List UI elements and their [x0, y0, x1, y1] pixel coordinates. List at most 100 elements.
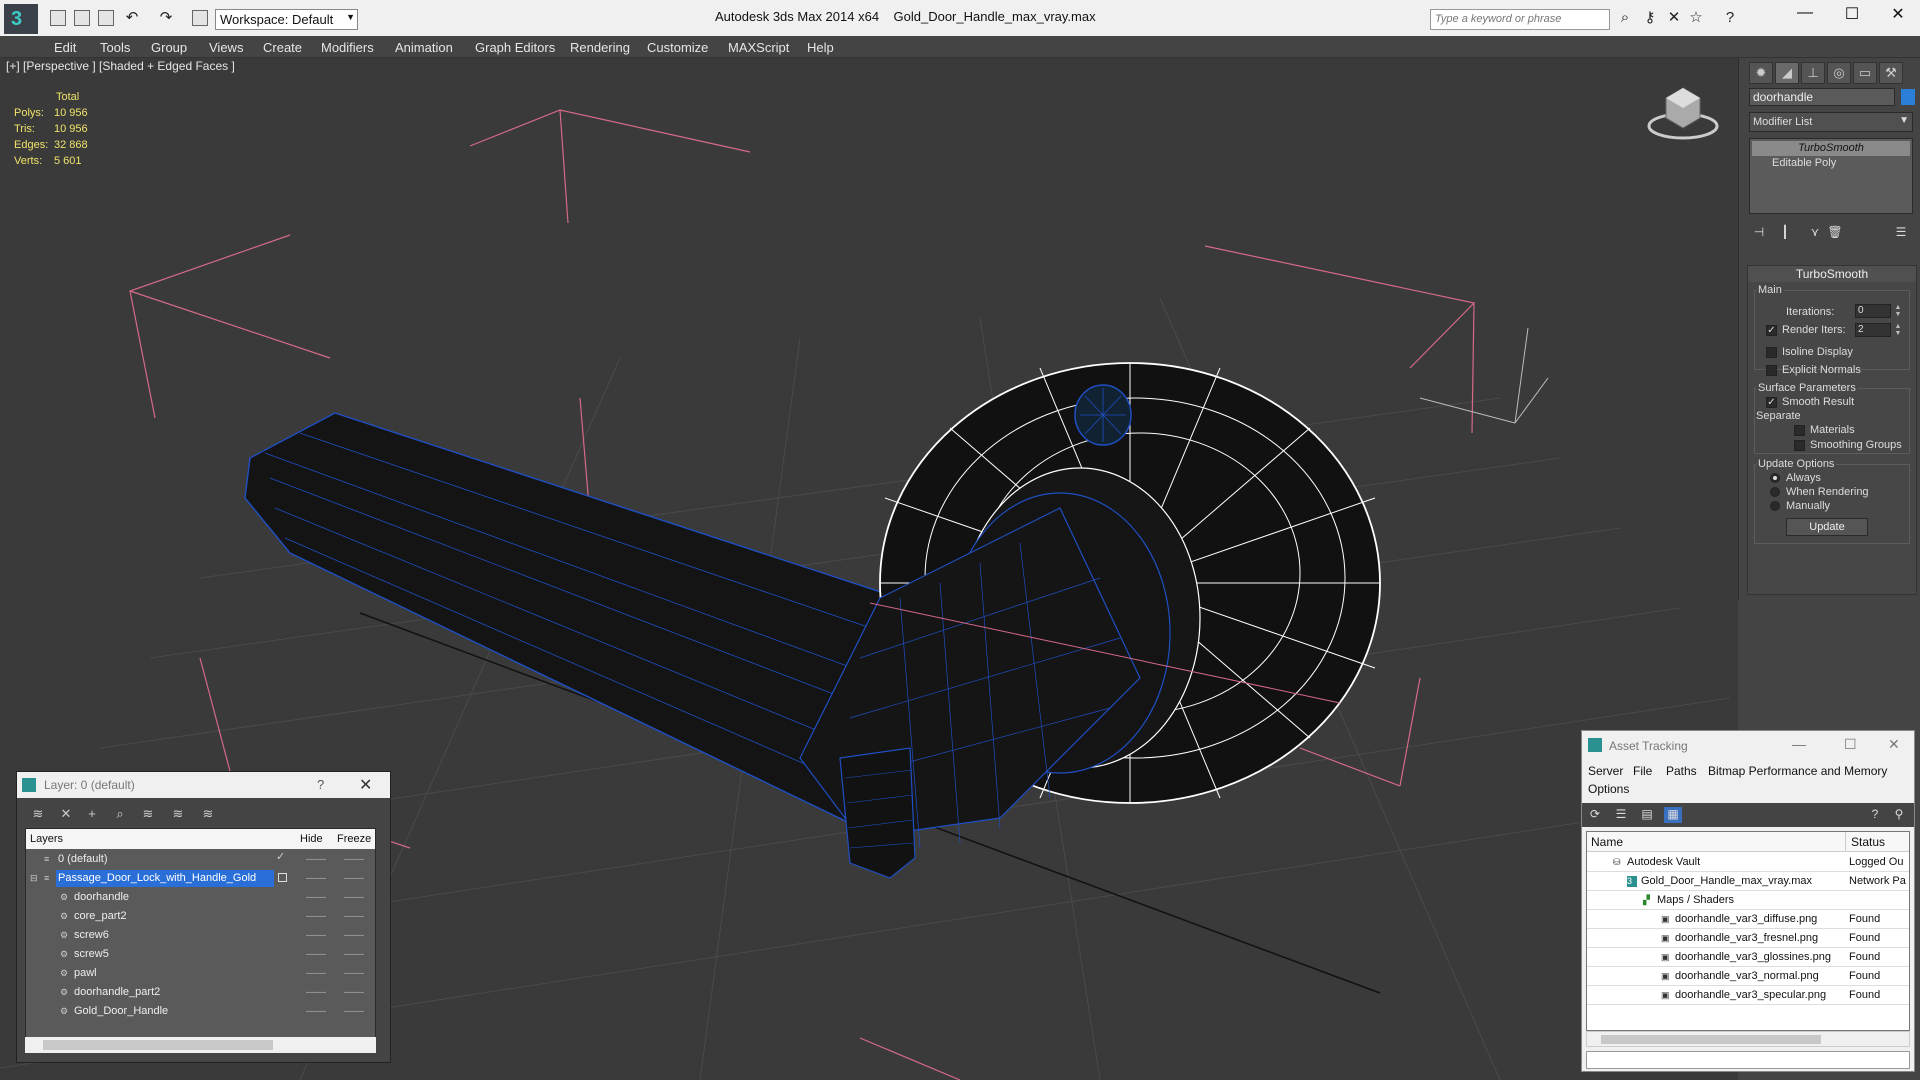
display-tab-icon[interactable]: ▭: [1853, 62, 1877, 84]
configure-sets-icon[interactable]: ☰: [1891, 225, 1911, 241]
motion-tab-icon[interactable]: ◎: [1827, 62, 1851, 84]
pin-icon[interactable]: ⚲: [1890, 807, 1908, 823]
asset-dialog-titlebar[interactable]: Asset Tracking — ☐ ✕: [1582, 731, 1914, 759]
hide-toggle[interactable]: ——: [306, 983, 326, 1002]
column-divider[interactable]: [1845, 832, 1846, 852]
spinner-arrows-icon[interactable]: ▲ ▼: [1893, 304, 1903, 318]
refresh-icon[interactable]: ⟳: [1586, 807, 1604, 823]
smoothing-groups-checkbox[interactable]: [1794, 440, 1805, 451]
new-file-icon[interactable]: [50, 10, 66, 26]
close-icon[interactable]: ✕: [1888, 736, 1900, 753]
stack-item-turbosmooth[interactable]: TurboSmooth: [1752, 141, 1910, 156]
layer-dialog-titlebar[interactable]: Layer: 0 (default) ? ✕: [17, 772, 390, 798]
asset-row[interactable]: ▣ doorhandle_var3_normal.png Found: [1587, 967, 1909, 986]
object-name-field[interactable]: doorhandle: [1749, 88, 1895, 106]
col-status[interactable]: Status: [1851, 835, 1885, 849]
remove-modifier-icon[interactable]: 🗑: [1825, 225, 1845, 241]
favorites-star-icon[interactable]: ☆: [1686, 8, 1706, 28]
col-name[interactable]: Name: [1591, 835, 1623, 849]
communication-icon[interactable]: ✕: [1664, 8, 1684, 28]
maximize-icon[interactable]: ☐: [1844, 736, 1857, 753]
asset-row[interactable]: ▣ doorhandle_var3_diffuse.png Found: [1587, 910, 1909, 929]
stack-item-editable-poly[interactable]: Editable Poly: [1752, 156, 1910, 171]
minimize-icon[interactable]: —: [1792, 736, 1806, 752]
pin-stack-icon[interactable]: ⊣: [1749, 225, 1769, 241]
asset-row[interactable]: ▞ Maps / Shaders: [1587, 891, 1909, 910]
active-layer-check-icon[interactable]: ✓: [276, 852, 286, 863]
freeze-toggle[interactable]: ——: [344, 945, 364, 964]
render-iters-spinner[interactable]: 2: [1855, 323, 1891, 337]
materials-checkbox[interactable]: [1794, 425, 1805, 436]
undo-icon[interactable]: ↶: [122, 8, 142, 28]
freeze-all-layers-icon[interactable]: ≋: [199, 806, 217, 822]
layer-object-row[interactable]: ⚙ doorhandle —— ——: [26, 888, 375, 907]
layer-object-row[interactable]: ⚙ screw5 —— ——: [26, 945, 375, 964]
menu-animation[interactable]: Animation: [395, 40, 453, 55]
close-icon[interactable]: ✕: [1878, 4, 1918, 28]
layer-properties-icon[interactable]: ≋: [29, 806, 47, 822]
layer-object-row[interactable]: ⚙ Gold_Door_Handle —— ——: [26, 1002, 375, 1021]
viewport-label[interactable]: [+] [Perspective ] [Shaded + Edged Faces…: [6, 59, 235, 73]
collapse-icon[interactable]: ⊟: [30, 873, 40, 883]
menu-help[interactable]: Help: [807, 40, 834, 55]
scrollbar-thumb[interactable]: [43, 1040, 273, 1050]
help-icon[interactable]: ?: [317, 777, 324, 792]
rollout-header[interactable]: TurboSmooth: [1748, 266, 1916, 282]
smooth-result-checkbox[interactable]: ✓: [1766, 397, 1777, 408]
col-hide[interactable]: Hide: [300, 833, 323, 845]
layer-object-row[interactable]: ⚙ doorhandle_part2 —— ——: [26, 983, 375, 1002]
save-file-icon[interactable]: [98, 10, 114, 26]
asset-menu-bitmap-performance[interactable]: Bitmap Performance and Memory: [1708, 764, 1887, 778]
menu-views[interactable]: Views: [209, 40, 243, 55]
utilities-tab-icon[interactable]: ⚒: [1879, 62, 1903, 84]
hierarchy-tab-icon[interactable]: ⊥: [1801, 62, 1825, 84]
col-layers[interactable]: Layers: [30, 833, 63, 845]
freeze-toggle[interactable]: ——: [344, 964, 364, 983]
asset-menu-file[interactable]: File: [1633, 764, 1652, 778]
freeze-toggle[interactable]: ——: [344, 907, 364, 926]
asset-row[interactable]: ▣ doorhandle_var3_fresnel.png Found: [1587, 929, 1909, 948]
hide-toggle[interactable]: ——: [306, 907, 326, 926]
hide-toggle[interactable]: ——: [306, 869, 326, 888]
iterations-spinner[interactable]: 0: [1855, 304, 1891, 318]
freeze-toggle[interactable]: ——: [344, 983, 364, 1002]
help-icon[interactable]: ?: [1866, 807, 1884, 823]
binoculars-icon[interactable]: ⌕: [1615, 8, 1635, 28]
col-freeze[interactable]: Freeze: [337, 833, 371, 845]
hide-toggle[interactable]: ——: [306, 888, 326, 907]
set-active-box-icon[interactable]: [278, 873, 287, 882]
asset-row[interactable]: ⛁ Autodesk Vault Logged Ou: [1587, 853, 1909, 872]
freeze-toggle[interactable]: ——: [344, 869, 364, 888]
asset-menu-options[interactable]: Options: [1588, 782, 1629, 796]
project-folder-icon[interactable]: [192, 10, 208, 26]
add-layer-icon[interactable]: +: [83, 806, 101, 822]
create-tab-icon[interactable]: ✹: [1749, 62, 1773, 84]
when-rendering-radio[interactable]: [1770, 487, 1780, 497]
menu-group[interactable]: Group: [151, 40, 187, 55]
freeze-toggle[interactable]: ——: [344, 1002, 364, 1021]
hide-toggle[interactable]: ——: [306, 964, 326, 983]
hide-all-layers-icon[interactable]: ≋: [169, 806, 187, 822]
modify-tab-icon[interactable]: ◢: [1775, 62, 1799, 84]
list-view-icon[interactable]: ☰: [1612, 807, 1630, 823]
manually-radio[interactable]: [1770, 501, 1780, 511]
freeze-toggle[interactable]: ——: [344, 888, 364, 907]
freeze-toggle[interactable]: ——: [344, 850, 364, 869]
make-unique-icon[interactable]: ⋎: [1805, 225, 1825, 241]
modifier-list-dropdown[interactable]: Modifier List ▼: [1749, 112, 1913, 132]
layer-row[interactable]: ≡ 0 (default) ✓ —— ——: [26, 850, 375, 869]
highlight-layer-icon[interactable]: ≋: [139, 806, 157, 822]
object-color-swatch[interactable]: [1901, 89, 1915, 105]
delete-layer-icon[interactable]: ✕: [57, 806, 75, 822]
grid-view-icon[interactable]: ▦: [1664, 807, 1682, 823]
close-icon[interactable]: ✕: [359, 775, 372, 795]
menu-customize[interactable]: Customize: [647, 40, 708, 55]
asset-row[interactable]: 3 Gold_Door_Handle_max_vray.max Network …: [1587, 872, 1909, 891]
hide-toggle[interactable]: ——: [306, 945, 326, 964]
menu-modifiers[interactable]: Modifiers: [321, 40, 374, 55]
maximize-icon[interactable]: ☐: [1832, 4, 1872, 28]
isoline-display-checkbox[interactable]: [1766, 347, 1777, 358]
select-layer-objects-icon[interactable]: ⌕: [111, 806, 129, 822]
asset-menu-paths[interactable]: Paths: [1666, 764, 1697, 778]
asset-row[interactable]: ▣ doorhandle_var3_specular.png Found: [1587, 986, 1909, 1005]
